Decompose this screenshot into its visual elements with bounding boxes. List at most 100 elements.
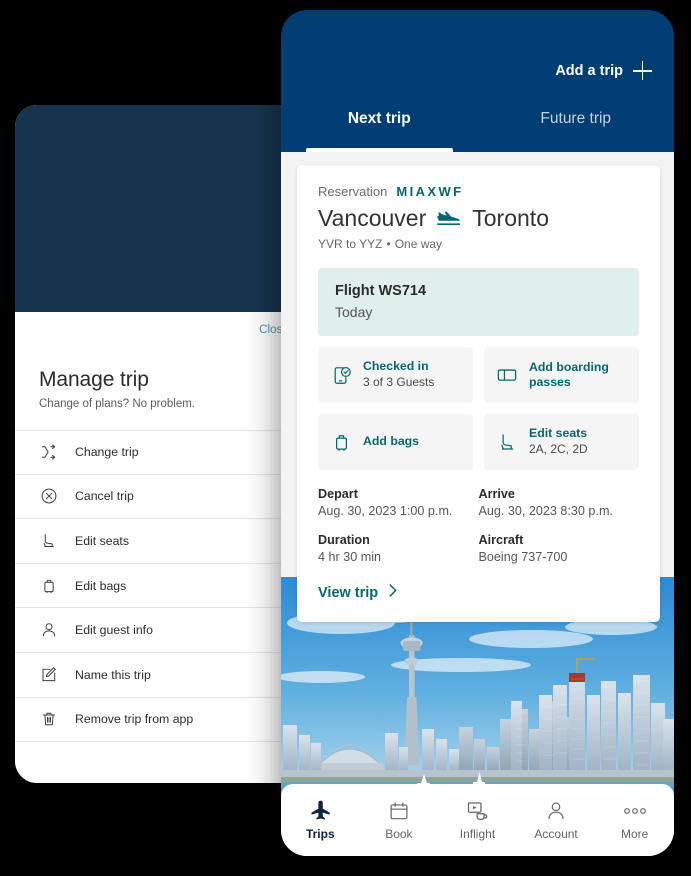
add-a-trip-label: Add a trip	[555, 62, 623, 79]
destination-city: Toronto	[472, 205, 549, 231]
flight-summary-box: Flight WS714 Today	[318, 268, 639, 336]
seat-icon	[39, 531, 59, 551]
nav-item-label: Trips	[305, 826, 335, 841]
nav-item-label: Account	[534, 826, 578, 841]
nav-item-inflight[interactable]: Inflight	[438, 800, 517, 841]
tile-edit-seats[interactable]: Edit seats 2A, 2C, 2D	[484, 414, 639, 470]
boarding-pass-icon	[496, 364, 518, 386]
flight-number: Flight WS714	[335, 283, 427, 299]
detail-arrive: Arrive Aug. 30, 2023 8:30 p.m.	[479, 487, 640, 518]
route-separator: •	[386, 237, 391, 251]
trip-tabs: Next trip Future trip	[281, 90, 674, 152]
route-type: One way	[394, 237, 443, 251]
inflight-entertainment-icon	[466, 800, 489, 822]
tab-label: Future trip	[540, 110, 612, 127]
bag-icon	[330, 432, 352, 453]
cancel-circle-icon	[39, 486, 59, 506]
phone-frame: Add a trip Next trip Future trip Reserva…	[281, 10, 674, 856]
quick-action-tiles: Checked in 3 of 3 Guests Add boarding pa…	[318, 347, 639, 470]
nav-item-more[interactable]: More	[595, 800, 674, 841]
manage-trip-panel-body: Close Manage trip Change of plans? No pr…	[15, 312, 305, 783]
manage-item-label: Edit guest info	[75, 623, 153, 638]
tile-add-boarding-passes[interactable]: Add boarding passes	[484, 347, 639, 403]
tab-next-trip[interactable]: Next trip	[281, 90, 478, 152]
tile-text: Add bags	[363, 434, 419, 449]
manage-item-label: Edit bags	[75, 578, 127, 593]
detail-label: Arrive	[478, 487, 515, 501]
plus-icon	[633, 61, 652, 80]
tile-subtitle: 2A, 2C, 2D	[529, 442, 588, 457]
pencil-square-icon	[39, 665, 59, 685]
tile-text: Edit seats 2A, 2C, 2D	[529, 426, 588, 458]
airplane-landing-icon	[436, 211, 462, 227]
flight-detail-grid: Depart Aug. 30, 2023 1:00 p.m. Arrive Au…	[318, 487, 639, 564]
nav-item-book[interactable]: Book	[360, 800, 439, 841]
detail-label: Aircraft	[478, 533, 524, 547]
origin-city: Vancouver	[318, 205, 427, 231]
reservation-code: MIAXWF	[396, 184, 464, 199]
detail-label: Duration	[318, 533, 370, 547]
person-icon	[39, 620, 59, 640]
tile-subtitle: 3 of 3 Guests	[363, 375, 435, 390]
manage-trip-title: Manage trip	[39, 368, 149, 391]
tile-title: Add bags	[363, 434, 420, 449]
tile-add-bags[interactable]: Add bags	[318, 414, 473, 470]
manage-trip-panel: Close Manage trip Change of plans? No pr…	[15, 105, 305, 783]
add-a-trip-button[interactable]: Add a trip	[555, 61, 652, 80]
phone-topbar: Add a trip	[281, 10, 674, 90]
bag-icon	[39, 576, 59, 596]
tile-title: Checked in	[363, 359, 429, 374]
manage-item-remove-trip[interactable]: Remove trip from app	[15, 698, 305, 743]
detail-depart: Depart Aug. 30, 2023 1:00 p.m.	[318, 487, 479, 518]
manage-trip-panel-header	[15, 105, 305, 312]
detail-value: Boeing 737-700	[478, 550, 568, 564]
nav-item-label: Inflight	[459, 826, 496, 841]
route-row: Vancouver Toronto	[318, 205, 639, 232]
detail-duration: Duration 4 hr 30 min	[318, 533, 479, 564]
tab-label: Next trip	[347, 110, 411, 127]
tile-text: Checked in 3 of 3 Guests	[363, 359, 434, 391]
detail-value: Aug. 30, 2023 8:30 p.m.	[478, 504, 613, 518]
nav-item-trips[interactable]: Trips	[281, 800, 360, 841]
tile-checked-in[interactable]: Checked in 3 of 3 Guests	[318, 347, 473, 403]
phone-content: Reservation MIAXWF Vancouver Toronto YVR…	[281, 152, 674, 856]
reservation-code-row: Reservation MIAXWF	[318, 184, 639, 199]
reservation-card: Reservation MIAXWF Vancouver Toronto YVR…	[297, 165, 660, 622]
detail-aircraft: Aircraft Boeing 737-700	[479, 533, 640, 564]
manage-item-label: Edit seats	[75, 533, 129, 548]
calendar-icon	[388, 800, 410, 822]
nav-item-account[interactable]: Account	[517, 800, 596, 841]
tile-title: Add boarding passes	[529, 359, 609, 389]
close-row: Close	[15, 312, 305, 348]
flight-date: Today	[335, 304, 373, 320]
manage-item-edit-seats[interactable]: Edit seats	[15, 519, 305, 564]
screenshot-root: Close Manage trip Change of plans? No pr…	[0, 0, 691, 876]
manage-item-edit-guest-info[interactable]: Edit guest info	[15, 608, 305, 653]
nav-item-label: Book	[385, 826, 413, 841]
manage-item-change-trip[interactable]: Change trip	[15, 430, 305, 475]
airplane-icon	[309, 800, 332, 822]
person-icon	[545, 800, 567, 822]
seat-icon	[496, 432, 518, 453]
tab-future-trip[interactable]: Future trip	[478, 90, 675, 152]
manage-item-label: Cancel trip	[75, 489, 134, 504]
manage-item-edit-bags[interactable]: Edit bags	[15, 564, 305, 609]
manage-item-cancel-trip[interactable]: Cancel trip	[15, 475, 305, 520]
manage-item-name-this-trip[interactable]: Name this trip	[15, 653, 305, 698]
reservation-label: Reservation	[318, 184, 388, 199]
manage-item-label: Name this trip	[75, 667, 151, 682]
tile-text: Add boarding passes	[529, 360, 627, 391]
manage-trip-subtitle: Change of plans? No problem.	[39, 398, 195, 410]
manage-item-label: Remove trip from app	[75, 712, 194, 727]
shuffle-icon	[39, 442, 59, 462]
nav-item-label: More	[621, 826, 649, 841]
view-trip-label: View trip	[318, 584, 379, 601]
manage-trip-list: Change trip Cancel trip Edit seats Edit …	[15, 430, 305, 743]
detail-value: 4 hr 30 min	[318, 550, 381, 564]
tile-title: Edit seats	[529, 426, 588, 441]
route-subtitle: YVR to YYZ • One way	[318, 237, 639, 251]
trash-icon	[39, 709, 59, 729]
view-trip-link[interactable]: View trip	[318, 583, 639, 602]
bottom-navigation: Trips Book Inflight Account More	[281, 784, 674, 856]
manage-item-label: Change trip	[75, 445, 139, 460]
